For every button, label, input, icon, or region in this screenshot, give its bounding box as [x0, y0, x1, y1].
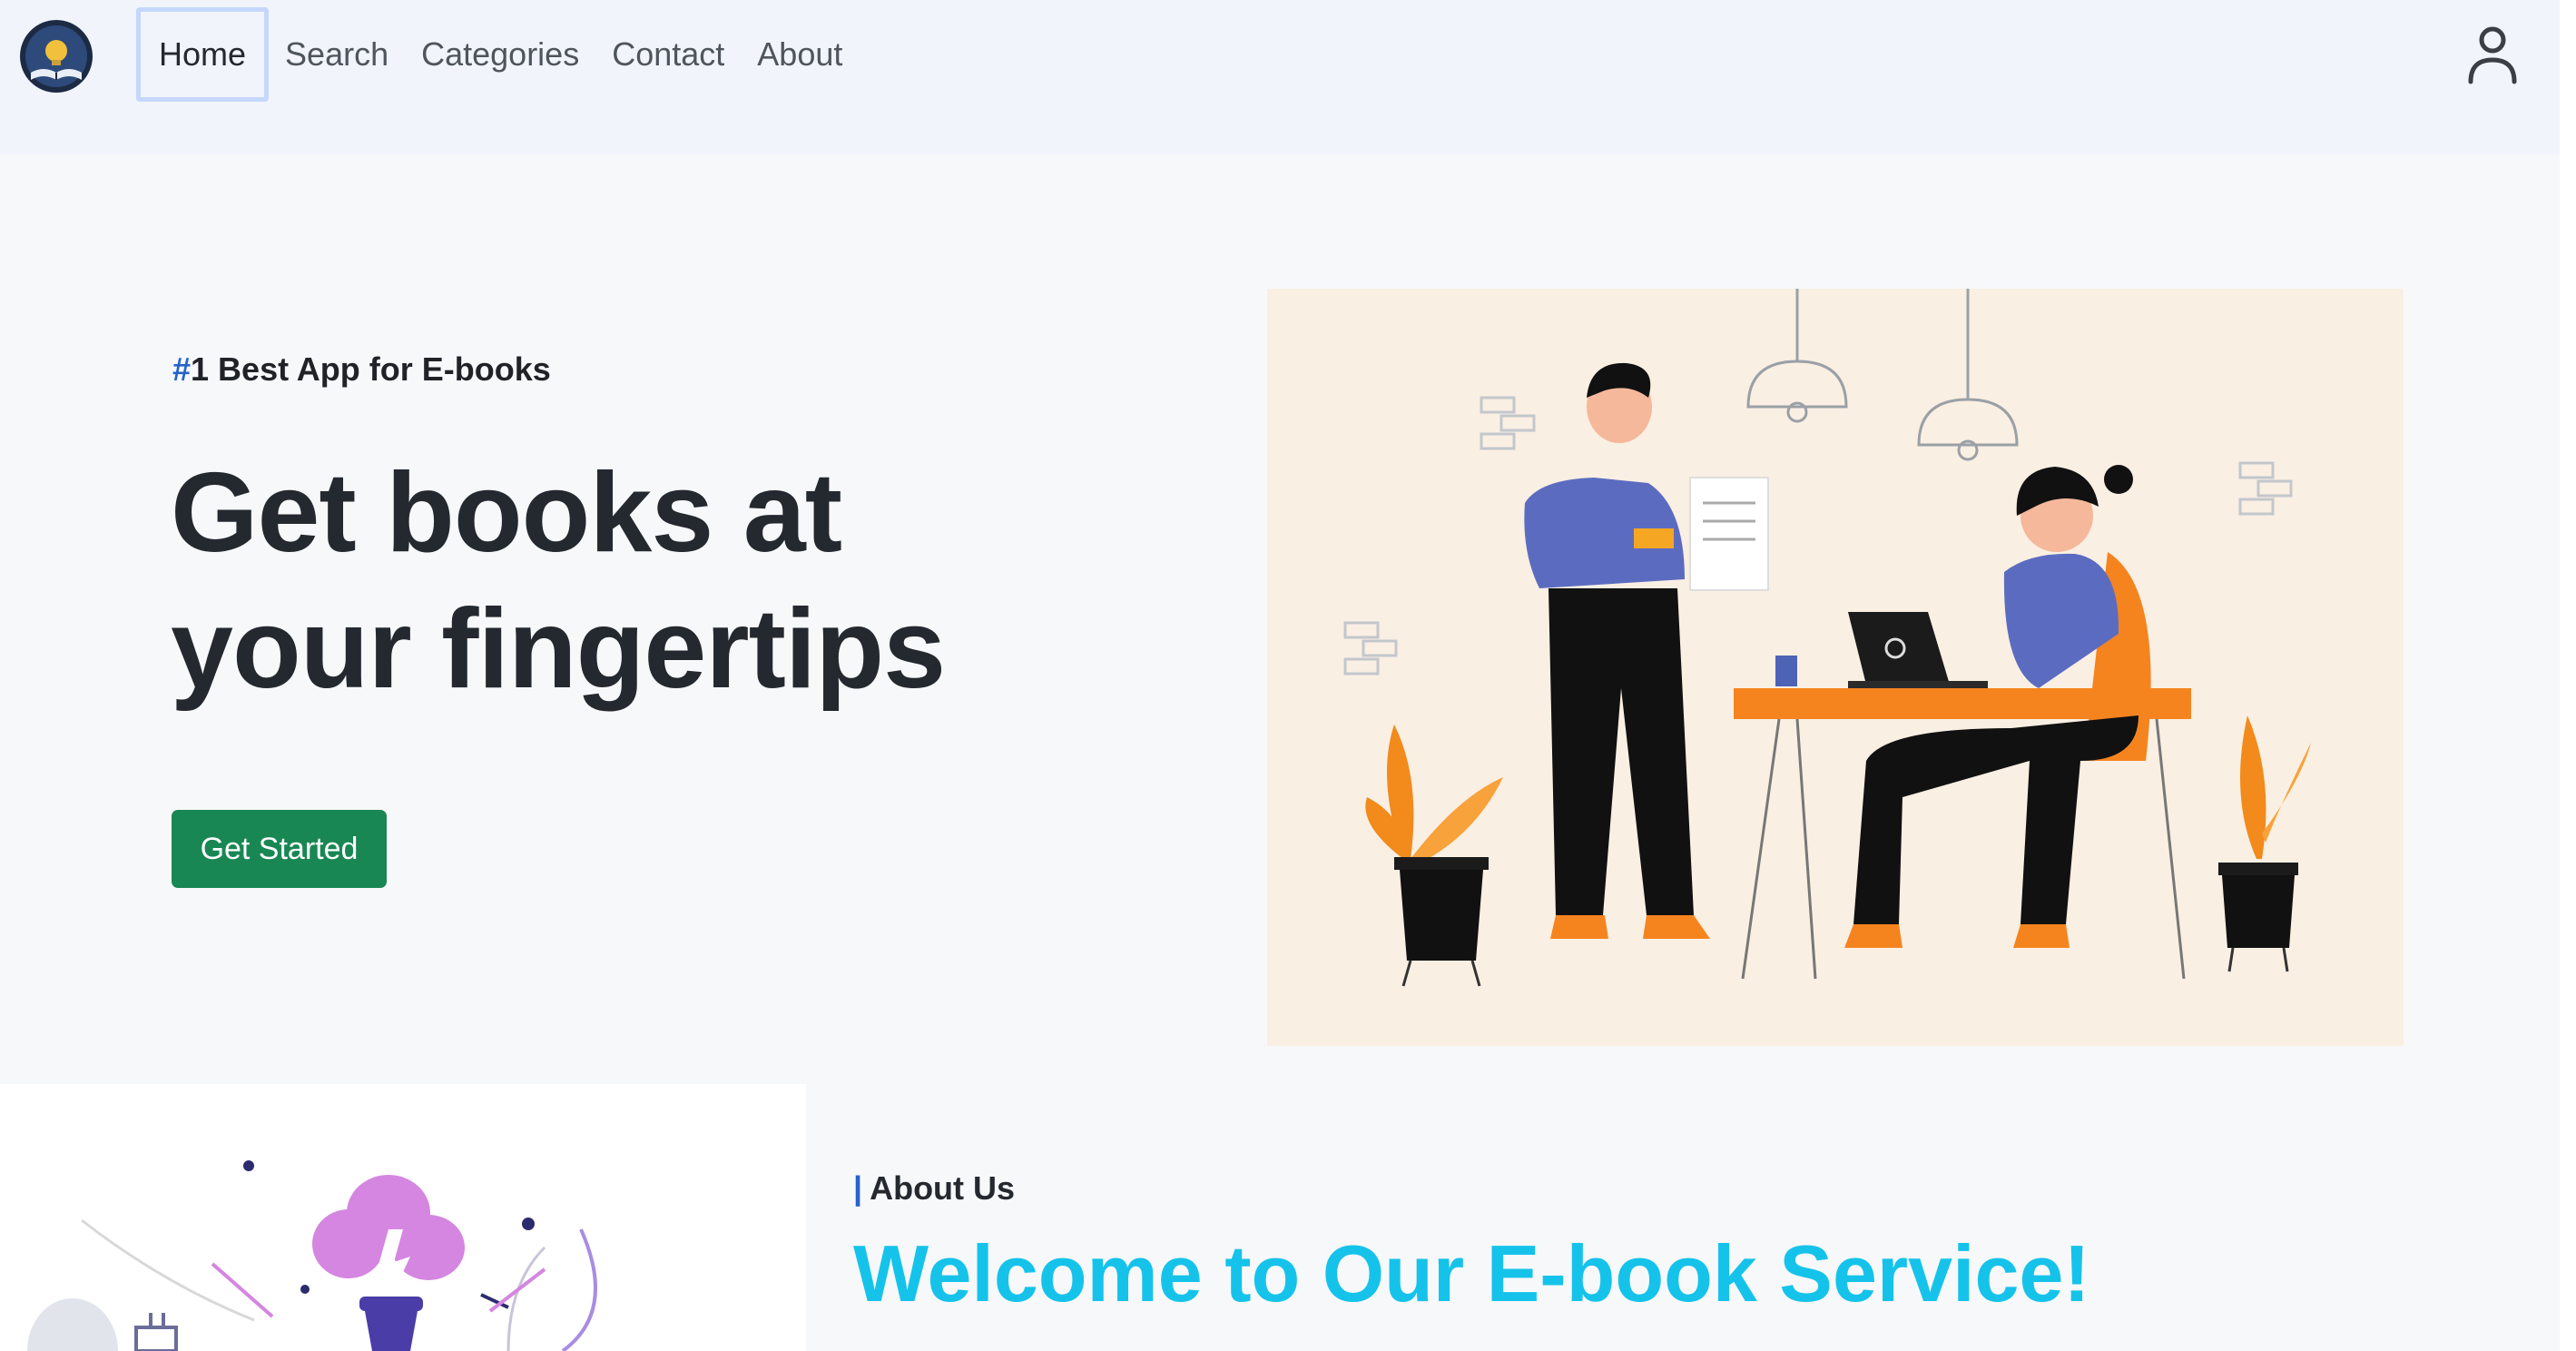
- nav-about-link[interactable]: About: [741, 7, 859, 102]
- get-started-button[interactable]: Get Started: [172, 810, 387, 888]
- scrollbar-track: [2560, 0, 2576, 1351]
- hero-tagline: #1 Best App for E-books: [172, 350, 551, 389]
- about-label-text: About Us: [870, 1169, 1016, 1207]
- hero-illustration: [1267, 289, 2404, 1046]
- about-illustration: [0, 1084, 806, 1351]
- hero-title-line1: Get books at: [171, 450, 842, 576]
- nav-categories-link[interactable]: Categories: [405, 7, 595, 102]
- about-heading: Welcome to Our E-book Service!: [853, 1228, 2090, 1318]
- nav-home-link[interactable]: Home: [136, 7, 270, 102]
- tagline-hash: #: [172, 350, 192, 388]
- hero-title: Get books at your fingertips: [171, 445, 1078, 717]
- nav-search-link[interactable]: Search: [269, 7, 405, 102]
- tagline-text: 1 Best App for E-books: [191, 350, 551, 388]
- navbar: Home Search Categories Contact About: [0, 0, 2560, 154]
- nav-contact-link[interactable]: Contact: [595, 7, 741, 102]
- hero-title-line2: your fingertips: [171, 587, 946, 712]
- user-icon[interactable]: [2465, 25, 2520, 85]
- about-section-label: | About Us: [853, 1169, 1015, 1208]
- nav-links: Home Search Categories Contact About: [136, 7, 859, 102]
- logo-icon[interactable]: [18, 18, 94, 94]
- about-label-bar: |: [853, 1169, 863, 1207]
